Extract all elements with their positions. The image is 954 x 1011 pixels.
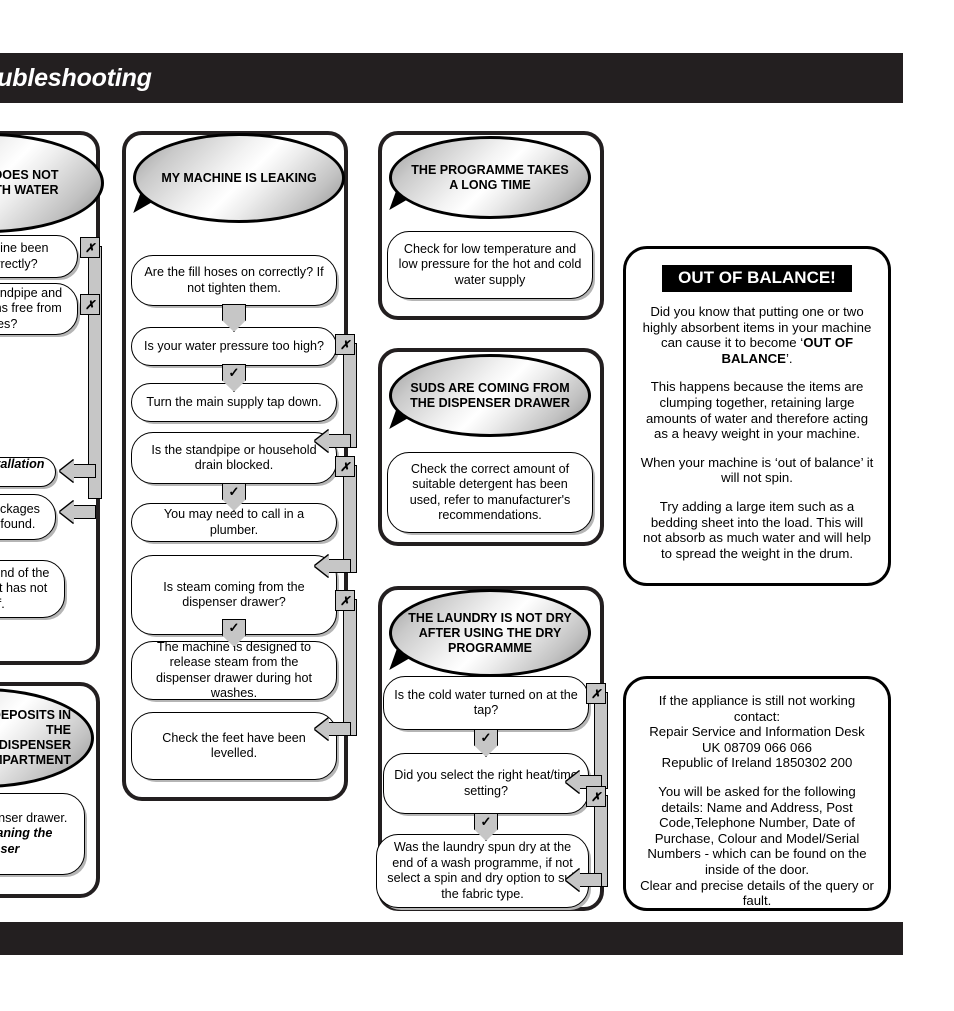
bubble-label: MY MACHINE IS LEAKING	[161, 170, 317, 185]
fail-pipe-arrow-notdry-b	[566, 869, 580, 891]
out-of-balance-title: OUT OF BALANCE!	[662, 265, 852, 292]
fail-pipe-arrow-fill-1	[60, 460, 74, 482]
step-fill-2: Are the inlet, standpipe and drain conne…	[0, 283, 78, 335]
out-of-balance-para-1: Did you know that putting one or two hig…	[642, 304, 872, 366]
bubble-label: THERE ARE DEPOSITS IN THE DISPENSER COMP…	[0, 708, 71, 767]
fail-pipe-leaking-b	[343, 465, 357, 573]
fail-pipe-arrow-notdry-a	[566, 771, 580, 793]
step-notdry-1: Is the cold water turned on at the tap?	[383, 676, 589, 730]
fail-pipe-fill-branch-1	[72, 464, 96, 478]
fail-pipe-arrow-leaking-b	[315, 555, 329, 577]
step-fill-5: Check that the end of the power cable un…	[0, 560, 65, 618]
step-leaking-4: Is the standpipe or household drain bloc…	[131, 432, 337, 484]
page-header-bar: Troubleshooting	[0, 53, 903, 103]
step-fill-4: Remove any blockages that have been foun…	[0, 494, 56, 540]
step-leaking-2: Is your water pressure too high?	[131, 327, 337, 366]
fail-pipe-arrow-leaking-a	[315, 430, 329, 452]
bubble-suds-from-dispenser: SUDS ARE COMING FROM THE DISPENSER DRAWE…	[389, 354, 591, 437]
fail-pipe-leaking-c-branch	[327, 722, 351, 736]
fail-pipe-notdry-b-branch	[578, 873, 602, 887]
fail-marker-notdry-2: ✗	[586, 786, 606, 807]
fail-pipe-leaking-b-branch	[327, 559, 351, 573]
fail-pipe-leaking-a-branch	[327, 434, 351, 448]
step-suds-1: Check the correct amount of suitable det…	[387, 452, 593, 533]
fail-pipe-fill-branch-2	[72, 505, 96, 519]
page-title: Troubleshooting	[0, 64, 152, 92]
step-fill-3: Refer to the Installation section.	[0, 457, 56, 487]
out-of-balance-para-2: This happens because the items are clump…	[645, 379, 869, 442]
bubble-machine-is-leaking: MY MACHINE IS LEAKING	[133, 133, 345, 223]
step-fill-1: Has the machine been installed correctly…	[0, 235, 78, 278]
step-notdry-3: Was the laundry spun dry at the end of a…	[376, 834, 589, 908]
step-leaking-7: The machine is designed to release steam…	[131, 640, 337, 700]
bubble-label: THE PROGRAMME TAKES A LONG TIME	[411, 162, 569, 192]
step-leaking-1: Are the fill hoses on correctly? If not …	[131, 255, 337, 306]
fail-pipe-leaking-a	[343, 343, 357, 448]
bubble-label: MY MACHINE DOES NOT FILL WITH WATER	[0, 168, 59, 197]
out-of-balance-para-3: When your machine is ‘out of balance’ it…	[640, 454, 874, 486]
fail-marker-fill-2: ✗	[80, 294, 100, 315]
out-of-balance-para-4: Try adding a large item such as a beddin…	[643, 498, 871, 561]
fail-marker-fill-1: ✗	[80, 237, 100, 258]
fail-marker-leaking-2: ✗	[335, 456, 355, 477]
fail-pipe-leaking-c	[343, 599, 357, 736]
step-dispenser-1: Clean the dispenser drawer. Refer to Cle…	[0, 793, 85, 875]
bubble-label: THE LAUNDRY IS NOT DRY AFTER USING THE D…	[408, 610, 572, 655]
troubleshooting-page: Troubleshooting MY MACHINE DOES NOT FILL…	[0, 0, 954, 1011]
fail-pipe-fill	[88, 246, 102, 499]
step-notdry-2: Did you select the right heat/time setti…	[383, 753, 589, 814]
fail-pipe-arrow-leaking-c	[315, 718, 329, 740]
step-leaking-8: Check the feet have been levelled.	[131, 712, 337, 780]
contact-para-2: You will be asked for the following deta…	[640, 783, 874, 909]
contact-para-1: If the appliance is still not working co…	[649, 693, 865, 771]
fail-marker-notdry-1: ✗	[586, 683, 606, 704]
page-footer-bar	[0, 922, 903, 955]
panel-out-of-balance: OUT OF BALANCE! Did you know that puttin…	[623, 246, 891, 586]
bubble-programme-takes-long-time: THE PROGRAMME TAKES A LONG TIME	[389, 136, 591, 219]
bubble-laundry-not-dry: THE LAUNDRY IS NOT DRY AFTER USING THE D…	[389, 589, 591, 677]
step-longtime-1: Check for low temperature and low pressu…	[387, 231, 593, 299]
panel-contact-details: If the appliance is still not working co…	[623, 676, 891, 911]
fail-pipe-arrow-fill-2	[60, 501, 74, 523]
fail-marker-leaking-3: ✗	[335, 590, 355, 611]
bubble-label: SUDS ARE COMING FROM THE DISPENSER DRAWE…	[410, 380, 570, 410]
fail-marker-leaking-1: ✗	[335, 334, 355, 355]
